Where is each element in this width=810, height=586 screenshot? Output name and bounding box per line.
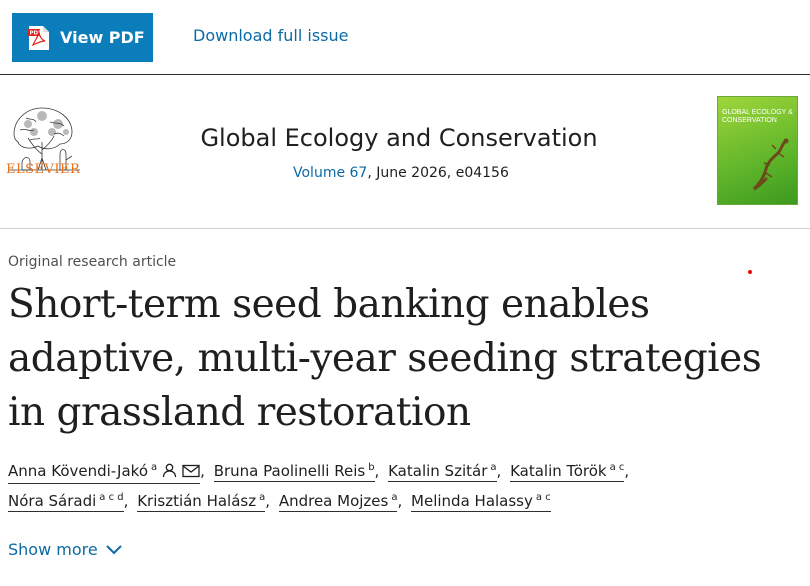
publisher-name: ELSEVIER (6, 162, 81, 177)
article-type: Original research article (8, 254, 177, 270)
email-icon (182, 463, 200, 483)
article-title: Short-term seed banking enables adaptive… (8, 282, 762, 435)
volume-link[interactable]: Volume 67 (293, 165, 367, 181)
download-full-issue-link[interactable]: Download full issue (193, 26, 348, 45)
journal-title[interactable]: Global Ecology and Conservation (0, 124, 800, 152)
author-link[interactable]: Katalin Török a c (510, 458, 625, 482)
pdf-icon: PDF (28, 25, 49, 50)
chevron-down-icon (105, 544, 122, 554)
author-link[interactable]: Anna Kövendi-Jakó a (8, 458, 201, 484)
author-link[interactable]: Andrea Mojzes a (278, 488, 398, 512)
volume-info: Volume 67, June 2026, e04156 (293, 165, 509, 181)
journal-cover-image[interactable]: GLOBAL ECOLOGY & CONSERVATION (717, 96, 798, 205)
author-link[interactable]: Katalin Szitár a (388, 458, 497, 482)
author-affiliation: b (368, 462, 375, 473)
author-list: Anna Kövendi-Jakó a, Bruna Paolinelli Rei… (8, 456, 808, 516)
view-pdf-button[interactable]: PDF View PDF (12, 13, 153, 62)
lizard-icon (752, 138, 789, 191)
author-link[interactable]: Melinda Halassy a c (411, 488, 551, 512)
author-link[interactable]: Krisztián Halász a (137, 488, 266, 512)
author-affiliation: a c (535, 492, 551, 503)
author-affiliation: a (151, 462, 158, 473)
author-affiliation: a (490, 462, 497, 473)
show-more-label: Show more (8, 540, 98, 559)
red-dot-marker (748, 270, 752, 274)
show-more-button[interactable]: Show more (8, 540, 122, 559)
journal-header: ELSEVIER Global Ecology and Conservation… (0, 88, 810, 229)
view-pdf-label: View PDF (60, 28, 145, 47)
cover-text: GLOBAL ECOLOGY & CONSERVATION (722, 109, 793, 124)
person-icon (162, 463, 177, 483)
author-link[interactable]: Bruna Paolinelli Reis b (213, 458, 375, 482)
volume-details: , June 2026, e04156 (367, 165, 509, 181)
author-affiliation: a c (609, 462, 625, 473)
author-affiliation: a c d (99, 492, 124, 503)
author-link[interactable]: Nóra Sáradi a c d (8, 488, 124, 512)
top-toolbar: PDF View PDF Download full issue (0, 0, 810, 75)
